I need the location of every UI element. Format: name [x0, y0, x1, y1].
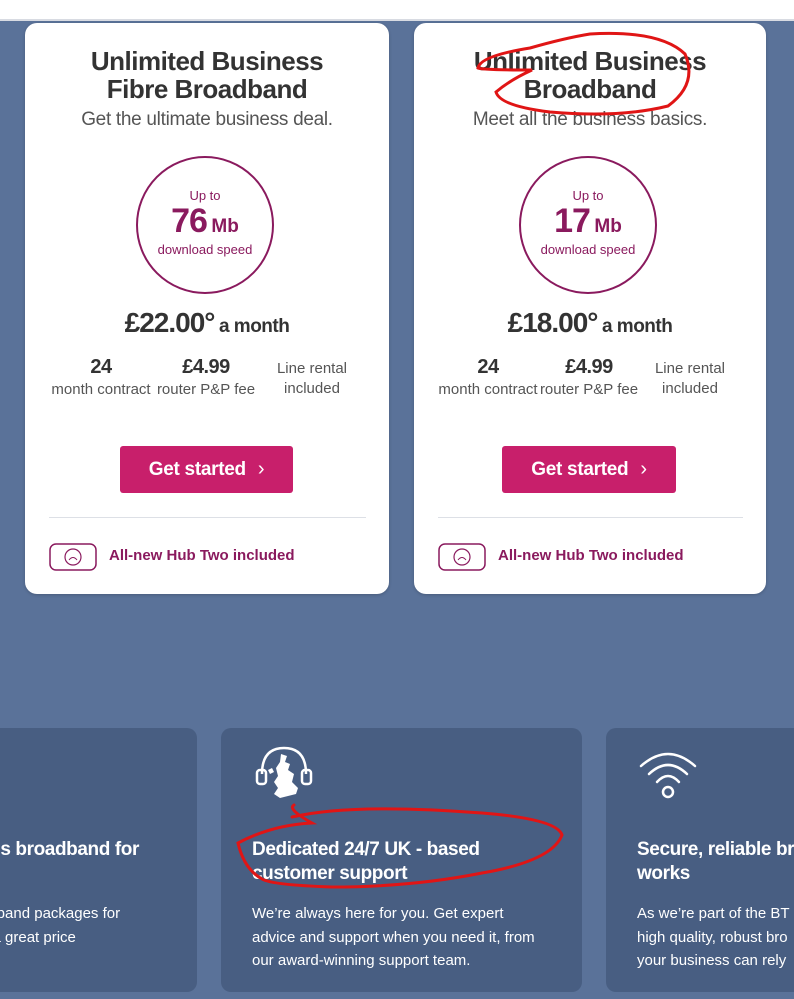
speed-prefix: Up to — [572, 188, 604, 203]
speed-badge: Up to 76 Mb download speed — [136, 156, 274, 294]
price-amount: £18.00° — [507, 307, 599, 338]
benefit-body-text: adband packages for — [0, 905, 121, 922]
benefit-body: adband packages for t a great price. — [0, 902, 217, 949]
speed-badge: Up to 17 Mb download speed — [519, 156, 657, 294]
speed-label: download speed — [540, 242, 636, 257]
card-divider — [49, 517, 366, 518]
plan-card-fibre: Unlimited Business Fibre Broadband Get t… — [25, 23, 389, 594]
hub-text: All-new Hub Two included — [109, 547, 295, 564]
speed-value: 76 Mb — [138, 202, 272, 241]
plan-card-standard: Unlimited Business Broadband Meet all th… — [414, 23, 766, 594]
speed-unit: Mb — [211, 216, 239, 237]
price-period: a month — [218, 316, 290, 337]
benefit-title: Secure, reliable broad works — [637, 838, 794, 886]
benefit-title-line: works — [637, 863, 690, 884]
hub-text: All-new Hub Two included — [498, 547, 684, 564]
benefit-body-text: t a great price. — [0, 928, 76, 946]
feature-line-rental: Line rental included — [640, 357, 740, 399]
feature-value: 24 — [477, 356, 499, 378]
benefit-body-line: advice and support when you need it, fro… — [252, 928, 535, 946]
chevron-right-icon: › — [257, 458, 265, 480]
feature-label: Line rental included — [276, 360, 348, 397]
feature-label: Line rental included — [654, 360, 726, 397]
benefit-body: As we’re part of the BT high quality, ro… — [637, 902, 790, 973]
benefit-title: Dedicated 24/7 UK - based customer suppo… — [252, 839, 480, 884]
speed-number: 17 — [554, 202, 591, 240]
benefit-body-line: our award-winning support team. — [252, 952, 471, 969]
plan-features: 24 month contract £4.99 router P&P fee L… — [25, 357, 389, 437]
get-started-button[interactable]: Get started › — [502, 446, 676, 493]
feature-contract: 24 month contract — [438, 357, 538, 400]
price-amount: £22.00° — [124, 307, 216, 338]
speed-value: 17 Mb — [521, 202, 655, 241]
get-started-label: Get started — [531, 459, 629, 480]
feature-contract: 24 month contract — [51, 357, 151, 400]
speed-number: 76 — [171, 202, 208, 240]
feature-label: router P&P fee — [156, 381, 256, 398]
benefit-panel-value: ess broadband for adband packages for t … — [0, 728, 197, 992]
card-divider — [438, 517, 743, 518]
benefit-body-line: your business can rely — [637, 952, 787, 969]
speed-prefix: Up to — [189, 188, 221, 203]
benefit-body-line: t a great price. — [0, 926, 217, 950]
feature-label: month contract — [51, 381, 151, 398]
plan-title: Unlimited Business Fibre Broadband — [90, 46, 324, 104]
price: £22.00° a month — [25, 307, 389, 339]
benefit-body: We’re always here for you. Get expert ad… — [252, 902, 562, 973]
headset-uk-icon — [255, 746, 313, 798]
wifi-icon — [639, 752, 697, 799]
benefit-panel-network: Secure, reliable broad works As we’re pa… — [606, 728, 794, 992]
price-period: a month — [601, 316, 673, 337]
top-bar-border — [0, 19, 794, 21]
plan-features: 24 month contract £4.99 router P&P fee L… — [414, 357, 766, 437]
feature-router-fee: £4.99 router P&P fee — [156, 357, 256, 400]
feature-line-rental: Line rental included — [262, 357, 362, 399]
feature-router-fee: £4.99 router P&P fee — [539, 357, 639, 400]
get-started-label: Get started — [148, 459, 246, 480]
feature-value: £4.99 — [565, 356, 613, 378]
speed-unit: Mb — [594, 216, 622, 237]
plan-title: Unlimited Business Broadband — [473, 46, 707, 104]
feature-label: month contract — [438, 381, 538, 398]
feature-value: £4.99 — [182, 356, 230, 378]
plan-subtitle: Meet all the business basics. — [472, 109, 708, 130]
benefit-title-text: ess broadband for — [0, 839, 139, 860]
price: £18.00° a month — [414, 307, 766, 339]
benefit-panel-support: Dedicated 24/7 UK - based customer suppo… — [221, 728, 582, 992]
router-hub-icon — [49, 543, 97, 571]
benefit-body-line: adband packages for — [0, 902, 217, 926]
benefit-body-line: high quality, robust bro — [637, 928, 788, 946]
benefit-title-line: Secure, reliable broad — [637, 839, 794, 860]
benefit-title: ess broadband for — [0, 838, 217, 862]
top-bar — [0, 0, 794, 20]
get-started-button[interactable]: Get started › — [120, 446, 293, 493]
benefit-body-line: As we’re part of the BT — [637, 905, 790, 922]
feature-value: 24 — [90, 356, 112, 378]
chevron-right-icon: › — [640, 458, 647, 480]
plan-subtitle: Get the ultimate business deal. — [81, 109, 333, 130]
speed-label: download speed — [157, 242, 253, 257]
feature-label: router P&P fee — [539, 381, 639, 398]
router-hub-icon — [438, 543, 486, 571]
benefit-body-line: We’re always here for you. Get expert — [252, 905, 504, 922]
